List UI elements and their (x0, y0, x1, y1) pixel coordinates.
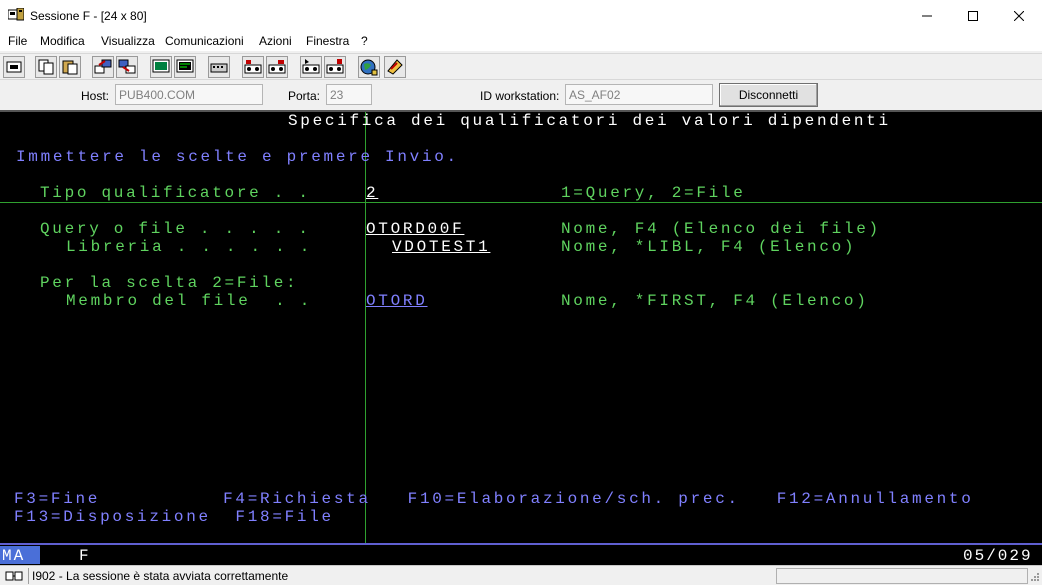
workstation-label: ID workstation: (480, 89, 560, 103)
oia-cursor-position: 05/029 (963, 547, 1033, 565)
libreria-label: Libreria . . . . . . (66, 238, 313, 256)
cursor-crosshair-horizontal (0, 202, 1042, 203)
workstation-field[interactable]: AS_AF02 (565, 84, 713, 105)
minimize-icon (922, 15, 932, 16)
macro-stop-button[interactable] (300, 56, 322, 78)
menu-file[interactable]: File (8, 34, 27, 48)
menu-finestra[interactable]: Finestra (306, 34, 349, 48)
membro-label: Membro del file . . (66, 292, 313, 310)
window-title: Sessione F - [24 x 80] (30, 9, 147, 23)
toolbar (0, 53, 1042, 80)
keyboard-icon (210, 63, 228, 73)
title-bar: Sessione F - [24 x 80] (0, 0, 1042, 31)
status-separator (28, 568, 29, 584)
cursor-crosshair-vertical (365, 112, 366, 547)
maximize-icon (968, 10, 978, 21)
menu-azioni[interactable]: Azioni (259, 34, 292, 48)
menu-visualizza[interactable]: Visualizza (101, 34, 155, 48)
display-alt-icon (176, 59, 194, 73)
menu-help[interactable]: ? (361, 34, 368, 48)
query-file-help: Nome, F4 (Elenco dei file) (561, 220, 881, 238)
connection-status-icon (5, 571, 23, 581)
query-file-input[interactable]: OTORD00F (366, 220, 495, 238)
globe-icon (360, 59, 378, 76)
resize-grip-icon[interactable] (1030, 572, 1040, 582)
function-keys-row-1: F3=Fine F4=Richiesta F10=Elaborazione/sc… (14, 490, 974, 508)
oia-mode: MA (2, 547, 26, 565)
close-icon (1014, 10, 1024, 21)
paste-button[interactable] (59, 56, 81, 78)
paste-icon (62, 60, 78, 75)
status-panel (776, 568, 1028, 584)
close-button[interactable] (996, 0, 1042, 31)
receive-file-button[interactable] (116, 56, 138, 78)
display-icon (152, 59, 170, 73)
host-field[interactable]: PUB400.COM (115, 84, 263, 105)
macro-run-button[interactable] (324, 56, 346, 78)
minimize-button[interactable] (904, 0, 950, 31)
oia-session: F (79, 547, 91, 565)
print-screen-button[interactable] (3, 56, 25, 78)
function-keys-row-2: F13=Disposizione F18=File (14, 508, 334, 526)
keyboard-button[interactable] (208, 56, 230, 78)
help-button[interactable] (384, 56, 406, 78)
copy-button[interactable] (35, 56, 57, 78)
maximize-button[interactable] (950, 0, 996, 31)
disconnect-button[interactable]: Disconnetti (719, 83, 818, 107)
tipo-qualificatore-input[interactable]: 2 (366, 184, 378, 202)
app-icon[interactable] (8, 8, 24, 22)
macro-stop-icon (302, 59, 320, 74)
connection-bar: Host: PUB400.COM Porta: 23 ID workstatio… (0, 80, 1042, 110)
tipo-qualificatore-help: 1=Query, 2=File (561, 184, 746, 202)
macro-record-button[interactable] (242, 56, 264, 78)
port-label: Porta: (288, 89, 321, 103)
port-field[interactable]: 23 (326, 84, 372, 105)
macro-play-icon (268, 60, 286, 74)
per-scelta-label: Per la scelta 2=File: (40, 274, 299, 292)
menu-bar: File Modifica Visualizza Comunicazioni A… (0, 31, 1042, 51)
membro-help: Nome, *FIRST, F4 (Elenco) (561, 292, 869, 310)
macro-play-button[interactable] (266, 56, 288, 78)
help-icon (387, 59, 403, 75)
status-bar: I902 - La sessione è stata avviata corre… (0, 565, 1042, 585)
host-label: Host: (81, 89, 110, 103)
query-file-label: Query o file . . . . . (40, 220, 311, 238)
receive-file-icon (118, 59, 136, 74)
display-alt-button[interactable] (174, 56, 196, 78)
globe-button[interactable] (358, 56, 380, 78)
libreria-input[interactable]: VDOTEST1 (392, 238, 521, 256)
display-button[interactable] (150, 56, 172, 78)
membro-input[interactable]: OTORD (366, 292, 495, 310)
terminal-screen[interactable]: Specifica dei qualificatori dei valori d… (0, 110, 1042, 565)
menu-comunicazioni[interactable]: Comunicazioni (165, 34, 244, 48)
screen-instructions: Immettere le scelte e premere Invio. (16, 148, 459, 166)
macro-record-icon (244, 60, 262, 74)
send-file-button[interactable] (92, 56, 114, 78)
operator-info-area: MA F 05/029 (0, 543, 1042, 565)
libreria-help: Nome, *LIBL, F4 (Elenco) (561, 238, 857, 256)
copy-icon (38, 59, 54, 75)
screen-title: Specifica dei qualificatori dei valori d… (288, 112, 891, 130)
tipo-qualificatore-label: Tipo qualificatore . . (40, 184, 311, 202)
status-message: I902 - La sessione è stata avviata corre… (32, 569, 289, 583)
menu-modifica[interactable]: Modifica (40, 34, 85, 48)
print-screen-icon (6, 61, 22, 73)
send-file-icon (94, 59, 112, 74)
macro-run-icon (326, 59, 344, 74)
